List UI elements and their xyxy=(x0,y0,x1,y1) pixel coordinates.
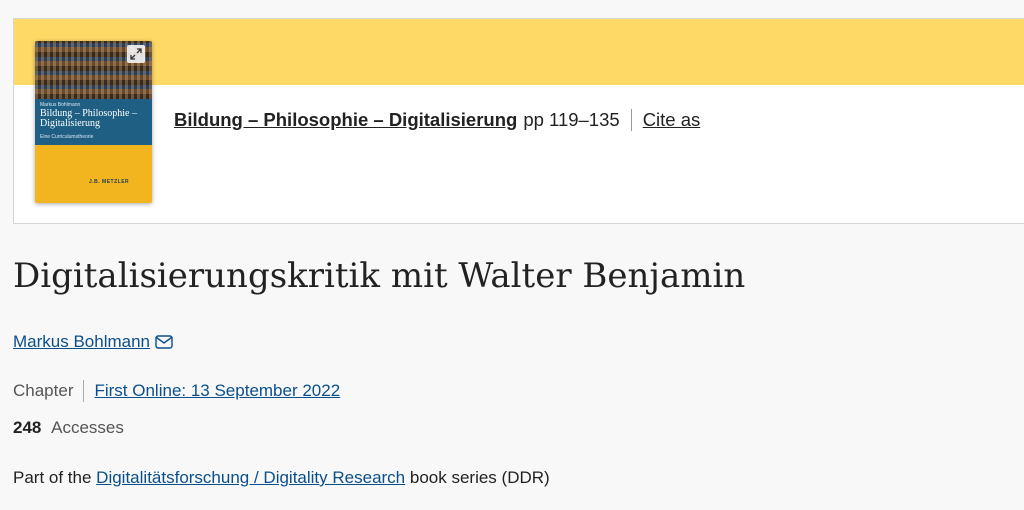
expand-icon[interactable] xyxy=(127,45,145,63)
publisher-name: J.B. METZLER xyxy=(89,179,130,185)
mail-icon[interactable] xyxy=(155,335,173,349)
book-card: Markus Bohlmann Bildung – Philosophie – … xyxy=(13,18,1024,224)
chapter-title: Digitalisierungskritik mit Walter Benjam… xyxy=(13,256,746,296)
author-line: Markus Bohlmann xyxy=(13,332,173,352)
book-info-line: Bildung – Philosophie – Digitalisierung … xyxy=(174,109,700,131)
book-series: Part of the Digitalitätsforschung / Digi… xyxy=(13,468,550,488)
accesses-label: Accesses xyxy=(51,418,124,437)
first-online-link[interactable]: First Online: 13 September 2022 xyxy=(94,381,340,401)
book-header-band xyxy=(14,19,1024,85)
book-title-link[interactable]: Bildung – Philosophie – Digitalisierung xyxy=(174,109,517,131)
accesses-count: 248 xyxy=(13,418,42,437)
divider xyxy=(83,380,85,402)
series-suffix: book series (DDR) xyxy=(409,468,550,487)
series-link[interactable]: Digitalitätsforschung / Digitality Resea… xyxy=(96,468,405,487)
cover-title-box: Markus Bohlmann Bildung – Philosophie – … xyxy=(35,99,152,145)
book-pages: pp 119–135 xyxy=(523,109,620,130)
accesses: 248 Accesses xyxy=(13,418,124,438)
chapter-meta: Chapter First Online: 13 September 2022 xyxy=(13,380,340,402)
cover-subtitle: Eine Curriculumstheorie xyxy=(40,134,94,140)
content-type: Chapter xyxy=(13,381,74,400)
author-link[interactable]: Markus Bohlmann xyxy=(13,332,150,352)
divider xyxy=(630,109,632,131)
series-prefix: Part of the xyxy=(13,468,92,487)
cover-title: Bildung – Philosophie – Digitalisierung xyxy=(40,108,137,129)
book-cover[interactable]: Markus Bohlmann Bildung – Philosophie – … xyxy=(35,41,152,203)
publisher-logo: J.B. METZLER xyxy=(89,179,129,185)
cite-as-link[interactable]: Cite as xyxy=(643,109,701,131)
